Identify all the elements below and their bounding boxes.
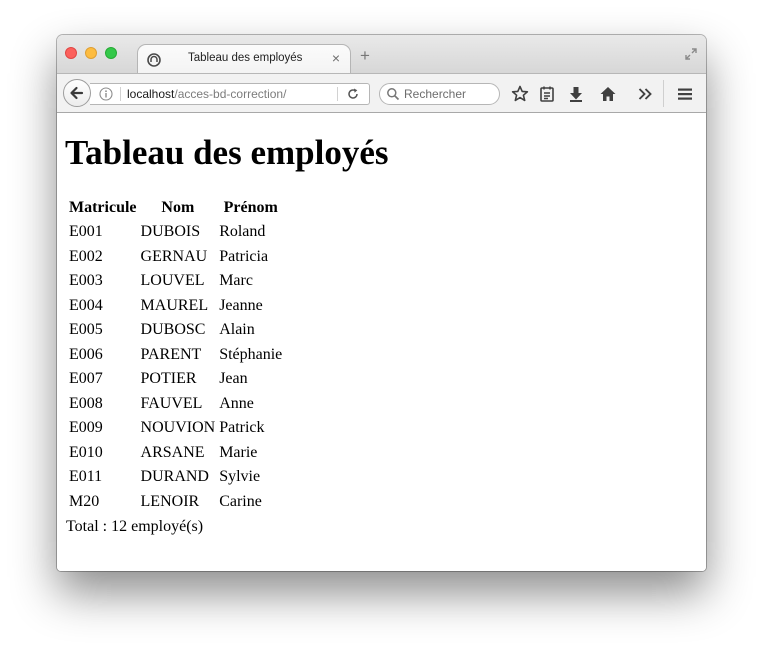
overflow-chevron-icon[interactable] bbox=[635, 84, 655, 104]
cell-matricule: E006 bbox=[69, 345, 103, 363]
cell-prenom: Alain bbox=[219, 321, 255, 339]
cell-nom: ARSANE bbox=[140, 443, 205, 461]
cell-nom: NOUVION bbox=[140, 419, 216, 437]
favicon-icon bbox=[147, 53, 161, 67]
info-icon[interactable] bbox=[99, 87, 113, 101]
cell-prenom: Marc bbox=[219, 272, 253, 290]
table-row: E001 DUBOIS Roland bbox=[68, 221, 283, 244]
cell-prenom: Roland bbox=[219, 223, 266, 241]
cell-prenom: Carine bbox=[219, 492, 262, 510]
cell-prenom: Sylvie bbox=[219, 468, 261, 486]
table-row: E011 DURAND Sylvie bbox=[68, 466, 283, 489]
url-text[interactable]: localhost/acces-bd-correction/ bbox=[127, 87, 286, 101]
url-divider-right bbox=[337, 87, 338, 101]
url-bar[interactable]: localhost/acces-bd-correction/ bbox=[90, 83, 370, 105]
cell-nom: DURAND bbox=[140, 468, 209, 486]
table-row: M20 LENOIR Carine bbox=[68, 491, 283, 514]
tab-strip: Tableau des employés × + bbox=[57, 35, 706, 74]
cell-nom: MAUREL bbox=[140, 296, 209, 314]
page-content: Tableau des employés Matricule Nom Préno… bbox=[57, 113, 706, 571]
bookmark-star-icon[interactable] bbox=[510, 84, 530, 104]
search-input[interactable] bbox=[404, 86, 494, 102]
toolbar-divider bbox=[663, 80, 664, 107]
cell-matricule: E004 bbox=[69, 296, 103, 314]
employee-total: Total : 12 employé(s) bbox=[66, 518, 204, 535]
search-icon bbox=[387, 88, 400, 101]
url-path: /acces-bd-correction/ bbox=[174, 87, 287, 101]
cell-nom: LENOIR bbox=[140, 492, 200, 510]
download-icon[interactable] bbox=[566, 84, 586, 104]
cell-matricule: E005 bbox=[69, 321, 103, 339]
cell-matricule: E001 bbox=[69, 223, 103, 241]
table-row: E005 DUBOSC Alain bbox=[68, 319, 283, 342]
cell-prenom: Anne bbox=[219, 394, 254, 412]
back-button[interactable] bbox=[63, 79, 91, 107]
navigation-toolbar: localhost/acces-bd-correction/ bbox=[57, 73, 706, 113]
cell-matricule: E011 bbox=[69, 468, 103, 486]
search-bar[interactable] bbox=[379, 83, 500, 105]
column-header-matricule: Matricule bbox=[69, 199, 137, 216]
tab-title: Tableau des employés bbox=[188, 52, 303, 64]
cell-nom: FAUVEL bbox=[140, 394, 203, 412]
table-row: E006 PARENT Stéphanie bbox=[68, 344, 283, 367]
cell-nom: DUBOIS bbox=[140, 223, 201, 241]
cell-prenom: Stéphanie bbox=[219, 345, 283, 363]
table-row: E002 GERNAU Patricia bbox=[68, 246, 283, 269]
cell-matricule: E009 bbox=[69, 419, 103, 437]
tab-employees[interactable]: Tableau des employés × bbox=[137, 44, 351, 74]
new-tab-button[interactable]: + bbox=[360, 47, 370, 64]
tab-close-icon[interactable]: × bbox=[332, 50, 340, 66]
table-row: E004 MAUREL Jeanne bbox=[68, 295, 283, 318]
cell-matricule: E007 bbox=[69, 370, 103, 388]
table-row: E007 POTIER Jean bbox=[68, 368, 283, 391]
cell-prenom: Patricia bbox=[219, 247, 269, 265]
table-row: E003 LOUVEL Marc bbox=[68, 270, 283, 293]
window-maximize-button[interactable] bbox=[105, 47, 117, 59]
table-header-row: Matricule Nom Prénom bbox=[68, 197, 283, 219]
url-divider bbox=[120, 87, 121, 101]
fullscreen-icon[interactable] bbox=[684, 47, 698, 61]
cell-nom: POTIER bbox=[140, 370, 197, 388]
cell-matricule: E002 bbox=[69, 247, 103, 265]
cell-prenom: Marie bbox=[219, 443, 258, 461]
window-close-button[interactable] bbox=[65, 47, 77, 59]
cell-nom: GERNAU bbox=[140, 247, 208, 265]
url-host: localhost bbox=[127, 87, 175, 101]
home-icon[interactable] bbox=[598, 84, 618, 104]
cell-matricule: E008 bbox=[69, 394, 103, 412]
table-row: E010 ARSANE Marie bbox=[68, 442, 283, 465]
cell-nom: PARENT bbox=[140, 345, 202, 363]
cell-matricule: E003 bbox=[69, 272, 103, 290]
browser-window: Tableau des employés × + localhost/acces… bbox=[57, 35, 706, 571]
column-header-nom: Nom bbox=[161, 199, 195, 216]
employees-table: Matricule Nom Prénom E001 DUBOIS Roland E0… bbox=[66, 195, 285, 515]
page-title: Tableau des employés bbox=[65, 133, 389, 172]
cell-nom: DUBOSC bbox=[140, 321, 206, 339]
window-minimize-button[interactable] bbox=[85, 47, 97, 59]
cell-prenom: Jeanne bbox=[219, 296, 263, 314]
column-header-prenom: Prénom bbox=[223, 199, 278, 216]
reload-icon[interactable] bbox=[346, 87, 360, 101]
cell-prenom: Patrick bbox=[219, 419, 265, 437]
cell-matricule: E010 bbox=[69, 443, 103, 461]
back-arrow-icon bbox=[70, 86, 84, 100]
menu-icon[interactable] bbox=[675, 84, 695, 104]
cell-matricule: M20 bbox=[69, 492, 100, 510]
reading-list-icon[interactable] bbox=[537, 84, 557, 104]
cell-nom: LOUVEL bbox=[140, 272, 205, 290]
table-row: E008 FAUVEL Anne bbox=[68, 393, 283, 416]
cell-prenom: Jean bbox=[219, 370, 248, 388]
table-row: E009 NOUVION Patrick bbox=[68, 417, 283, 440]
